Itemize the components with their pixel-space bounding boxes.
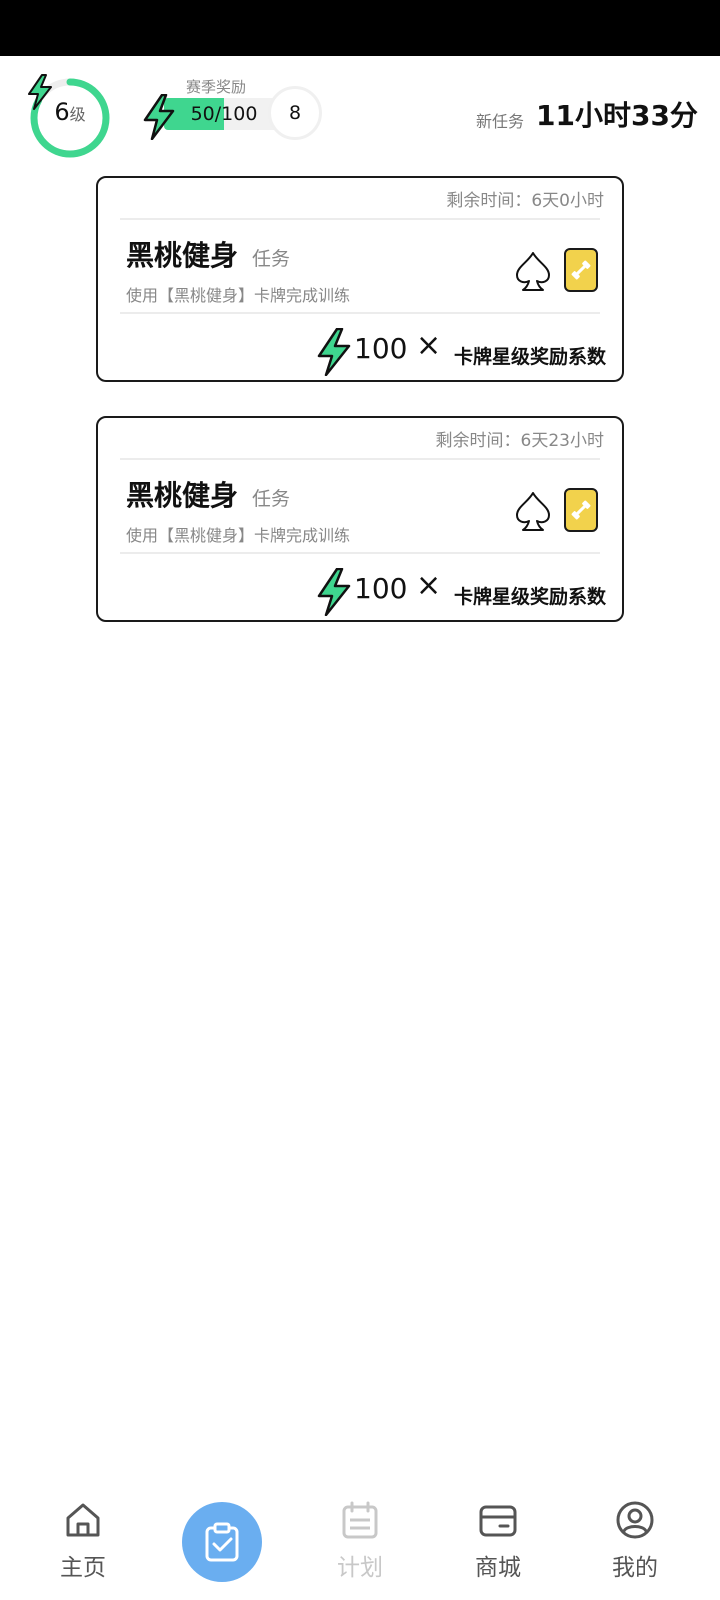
divider: [120, 552, 600, 554]
task-card[interactable]: 剩余时间：6天23小时 黑桃健身 任务 使用【黑桃健身】卡牌完成训练 100 ×…: [96, 416, 624, 622]
lightning-icon: [143, 94, 175, 140]
lightning-icon: [28, 74, 52, 110]
reward-label: 卡牌星级奖励系数: [453, 586, 606, 608]
season-progress-text: 50/100: [190, 103, 258, 125]
wallet-icon: [479, 1505, 517, 1537]
multiply-icon: ×: [416, 568, 442, 603]
home-icon: [66, 1503, 100, 1537]
nav-label-shop: 商城: [475, 1555, 521, 1581]
divider: [120, 312, 600, 314]
nav-label-plan: 计划: [337, 1555, 383, 1581]
task-remaining-time: 剩余时间：6天0小时: [446, 191, 604, 211]
clipboard-check-icon: [205, 1522, 239, 1562]
nav-item-tasks[interactable]: [182, 1502, 262, 1582]
nav-item-mine[interactable]: 我的: [580, 1490, 690, 1600]
task-remaining-time: 剩余时间：6天23小时: [435, 431, 604, 451]
header: 6级 赛季奖励 50/100 8 新任务 11小时33分: [0, 56, 720, 166]
task-title: 黑桃健身: [126, 479, 239, 512]
season-progress-bar[interactable]: 50/100: [164, 98, 284, 130]
task-card[interactable]: 剩余时间：6天0小时 黑桃健身 任务 使用【黑桃健身】卡牌完成训练 100 × …: [96, 176, 624, 382]
season-next-level: 8: [268, 86, 322, 140]
reward-label: 卡牌星级奖励系数: [453, 346, 606, 368]
bottom-nav: 主页 计划 商城 我的: [0, 1490, 720, 1600]
spade-icon: [516, 492, 550, 531]
nav-item-shop[interactable]: 商城: [443, 1490, 553, 1600]
task-tag: 任务: [252, 488, 291, 510]
task-tag: 任务: [252, 248, 291, 270]
lightning-icon: [317, 568, 351, 616]
dumbbell-icon: [571, 500, 591, 520]
multiply-icon: ×: [416, 328, 442, 363]
nav-label-mine: 我的: [612, 1555, 658, 1581]
task-description: 使用【黑桃健身】卡牌完成训练: [126, 526, 351, 545]
new-task-label: 新任务: [476, 112, 525, 131]
task-title: 黑桃健身: [126, 239, 239, 272]
spade-icon: [516, 252, 550, 291]
nav-item-plan[interactable]: 计划: [305, 1490, 415, 1600]
fitness-card-icon: [564, 488, 598, 532]
fitness-card-icon: [564, 248, 598, 292]
reward-value: 100: [354, 332, 408, 365]
season-reward-label: 赛季奖励: [186, 78, 247, 96]
level-number: 6: [54, 98, 70, 126]
user-circle-icon: [616, 1501, 654, 1539]
divider: [120, 218, 600, 220]
level-badge[interactable]: 6级: [26, 74, 114, 162]
level-unit: 级: [69, 105, 86, 124]
nav-item-home[interactable]: 主页: [28, 1490, 138, 1600]
reward-value: 100: [354, 572, 408, 605]
calendar-icon: [342, 1501, 378, 1539]
nav-label-home: 主页: [60, 1555, 106, 1581]
new-task-countdown: 11小时33分: [536, 99, 698, 132]
task-description: 使用【黑桃健身】卡牌完成训练: [126, 286, 351, 305]
dumbbell-icon: [571, 260, 591, 280]
lightning-icon: [317, 328, 351, 376]
status-bar: [0, 0, 720, 56]
divider: [120, 458, 600, 460]
